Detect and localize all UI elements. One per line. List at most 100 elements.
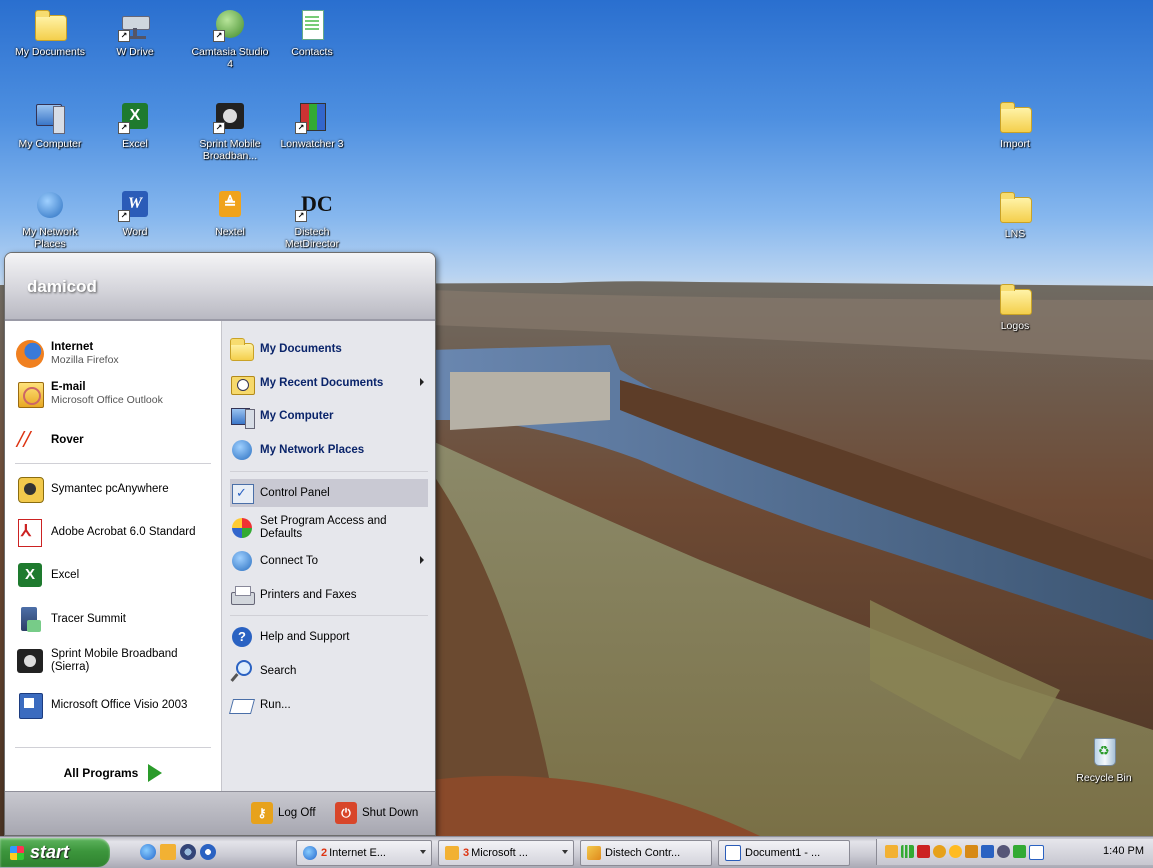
pinned-internet[interactable]: Internet Mozilla Firefox bbox=[15, 339, 215, 369]
recent-acrobat[interactable]: ⅄ Adobe Acrobat 6.0 Standard bbox=[15, 514, 220, 550]
desktop-icon-label: Lonwatcher 3 bbox=[280, 138, 344, 150]
pinned-rover[interactable]: // Rover bbox=[15, 425, 215, 455]
recent-tracer-summit[interactable]: Tracer Summit bbox=[15, 601, 215, 637]
desktop-icon-lns[interactable]: LNS bbox=[973, 190, 1057, 240]
desktop-icon-sprint-mobile[interactable]: ↗ Sprint Mobile Broadban... bbox=[188, 100, 272, 162]
desktop-icon-contacts[interactable]: Contacts bbox=[270, 8, 354, 58]
display-tray-icon[interactable] bbox=[1029, 845, 1044, 860]
network-disconnected-tray-icon[interactable] bbox=[917, 845, 930, 858]
right-item-label: Search bbox=[260, 665, 297, 677]
desktop-icon-my-documents[interactable]: My Documents bbox=[8, 8, 92, 58]
antivirus-tray-icon[interactable] bbox=[1013, 845, 1026, 858]
right-run[interactable]: Run... bbox=[228, 691, 428, 719]
all-programs-button[interactable]: All Programs bbox=[5, 755, 221, 791]
desktop-icon-import[interactable]: Import bbox=[973, 100, 1057, 150]
recent-pcanywhere[interactable]: Symantec pcAnywhere bbox=[15, 471, 215, 507]
word-document-icon bbox=[725, 845, 741, 861]
outlook-quicklaunch-icon[interactable] bbox=[160, 844, 176, 860]
start-menu-left-pane: Internet Mozilla Firefox E-mail Microsof… bbox=[5, 321, 221, 791]
pinned-email[interactable]: E-mail Microsoft Office Outlook bbox=[15, 379, 215, 409]
desktop-icon-excel[interactable]: X ↗ Excel bbox=[93, 100, 177, 150]
right-search[interactable]: Search bbox=[230, 657, 428, 685]
clock[interactable]: 1:40 PM bbox=[1103, 845, 1144, 857]
right-printers-faxes[interactable]: Printers and Faxes bbox=[230, 581, 428, 609]
spreadsheet-file-icon bbox=[295, 8, 329, 42]
all-programs-label: All Programs bbox=[63, 766, 139, 780]
desktop-icon-word[interactable]: W ↗ Word bbox=[93, 188, 177, 238]
folder-icon bbox=[998, 282, 1032, 316]
connect-to-icon bbox=[230, 549, 254, 573]
recent-excel[interactable]: X Excel bbox=[15, 557, 215, 593]
right-item-label: Connect To bbox=[260, 555, 318, 567]
right-item-label: Printers and Faxes bbox=[260, 589, 357, 601]
right-my-computer[interactable]: My Computer bbox=[230, 402, 428, 430]
nextel-icon: ≜ bbox=[213, 188, 247, 222]
desktop-icon-label: Sprint Mobile Broadban... bbox=[199, 138, 261, 162]
taskbar-button-document1[interactable]: Document1 - ... bbox=[718, 840, 850, 866]
start-menu: damicod Internet Mozilla Firefox E-mail … bbox=[4, 252, 436, 836]
desktop-icon-label: Logos bbox=[1000, 320, 1030, 332]
recent-label: Tracer Summit bbox=[51, 613, 126, 625]
messenger-tray-icon[interactable] bbox=[981, 845, 994, 858]
network-drive-icon: ↗ bbox=[118, 8, 152, 42]
right-control-panel[interactable]: ✓ Control Panel bbox=[230, 479, 428, 507]
folder-icon bbox=[998, 100, 1032, 134]
right-item-label: My Recent Documents bbox=[260, 377, 384, 389]
desktop-icon-label: Recycle Bin bbox=[1076, 772, 1132, 784]
pinned-title: Rover bbox=[51, 433, 84, 446]
taskbar-button-internet-explorer[interactable]: 2 Internet E... bbox=[296, 840, 432, 866]
media-quicklaunch-icon[interactable] bbox=[180, 844, 196, 860]
taskbar-button-microsoft[interactable]: 3 Microsoft ... bbox=[438, 840, 574, 866]
desktop-icon-distech[interactable]: DC ↗ Distech MetDirector bbox=[270, 188, 354, 250]
signal-strength-tray-icon[interactable] bbox=[901, 845, 914, 858]
help-icon: ? bbox=[230, 625, 254, 649]
desktop-icon-label: Excel bbox=[122, 138, 148, 150]
right-my-recent-documents[interactable]: My Recent Documents bbox=[230, 369, 428, 397]
desktop-icon-label: Import bbox=[1000, 138, 1030, 150]
app-tray-icon[interactable] bbox=[933, 845, 946, 858]
separator bbox=[15, 463, 211, 464]
internet-explorer-quicklaunch-icon[interactable] bbox=[140, 844, 156, 860]
volume-tray-icon[interactable] bbox=[997, 845, 1010, 858]
shut-down-button[interactable]: ⏻ Shut Down bbox=[335, 802, 418, 824]
taskbar-button-distech[interactable]: Distech Contr... bbox=[580, 840, 712, 866]
right-my-documents[interactable]: My Documents bbox=[230, 335, 428, 363]
desktop-icon-nextel[interactable]: ≜ Nextel bbox=[188, 188, 272, 238]
clock-app-tray-icon[interactable] bbox=[885, 845, 898, 858]
desktop-icon-w-drive[interactable]: ↗ W Drive bbox=[93, 8, 177, 58]
desktop-icon-my-network-places[interactable]: My Network Places bbox=[8, 188, 92, 250]
recent-label: Sprint Mobile Broadband (Sierra) bbox=[51, 648, 178, 673]
recent-label: Symantec pcAnywhere bbox=[51, 483, 169, 495]
player-quicklaunch-icon[interactable] bbox=[200, 844, 216, 860]
security-tray-icon[interactable] bbox=[949, 845, 962, 858]
desktop-icon-my-computer[interactable]: My Computer bbox=[8, 100, 92, 150]
desktop-icon-logos[interactable]: Logos bbox=[973, 282, 1057, 332]
right-help-support[interactable]: ? Help and Support bbox=[230, 623, 428, 651]
start-button[interactable]: start bbox=[0, 838, 110, 867]
my-documents-icon bbox=[230, 337, 254, 361]
group-count: 2 bbox=[321, 847, 328, 859]
right-my-network-places[interactable]: My Network Places bbox=[230, 436, 428, 464]
start-label: start bbox=[30, 842, 70, 862]
right-connect-to[interactable]: Connect To bbox=[230, 547, 428, 575]
taskbar-button-label: Microsoft ... bbox=[471, 847, 528, 859]
recent-visio[interactable]: Microsoft Office Visio 2003 bbox=[15, 687, 220, 723]
recent-sprint-mobile[interactable]: Sprint Mobile Broadband (Sierra) bbox=[15, 643, 220, 679]
right-item-label: Control Panel bbox=[260, 487, 330, 499]
update-tray-icon[interactable] bbox=[965, 845, 978, 858]
desktop-icon-lonwatcher[interactable]: ↗ Lonwatcher 3 bbox=[270, 100, 354, 150]
separator bbox=[15, 747, 211, 748]
desktop-icon-recycle-bin[interactable]: ♻ Recycle Bin bbox=[1062, 734, 1146, 784]
internet-explorer-icon bbox=[303, 846, 317, 860]
desktop-icon-label: Contacts bbox=[291, 46, 333, 58]
desktop-icon-camtasia[interactable]: ↗ Camtasia Studio 4 bbox=[188, 8, 272, 70]
acrobat-icon: ⅄ bbox=[15, 517, 45, 547]
rover-icon: // bbox=[17, 427, 31, 453]
pcanywhere-icon bbox=[15, 474, 45, 504]
right-set-program-access[interactable]: Set Program Access and Defaults bbox=[230, 511, 428, 545]
outlook-icon bbox=[15, 379, 45, 409]
right-item-label: Run... bbox=[260, 699, 291, 711]
taskbar-button-label: Internet E... bbox=[329, 847, 386, 859]
log-off-button[interactable]: ⚷ Log Off bbox=[251, 802, 316, 824]
sprint-mobile-icon bbox=[15, 646, 45, 676]
